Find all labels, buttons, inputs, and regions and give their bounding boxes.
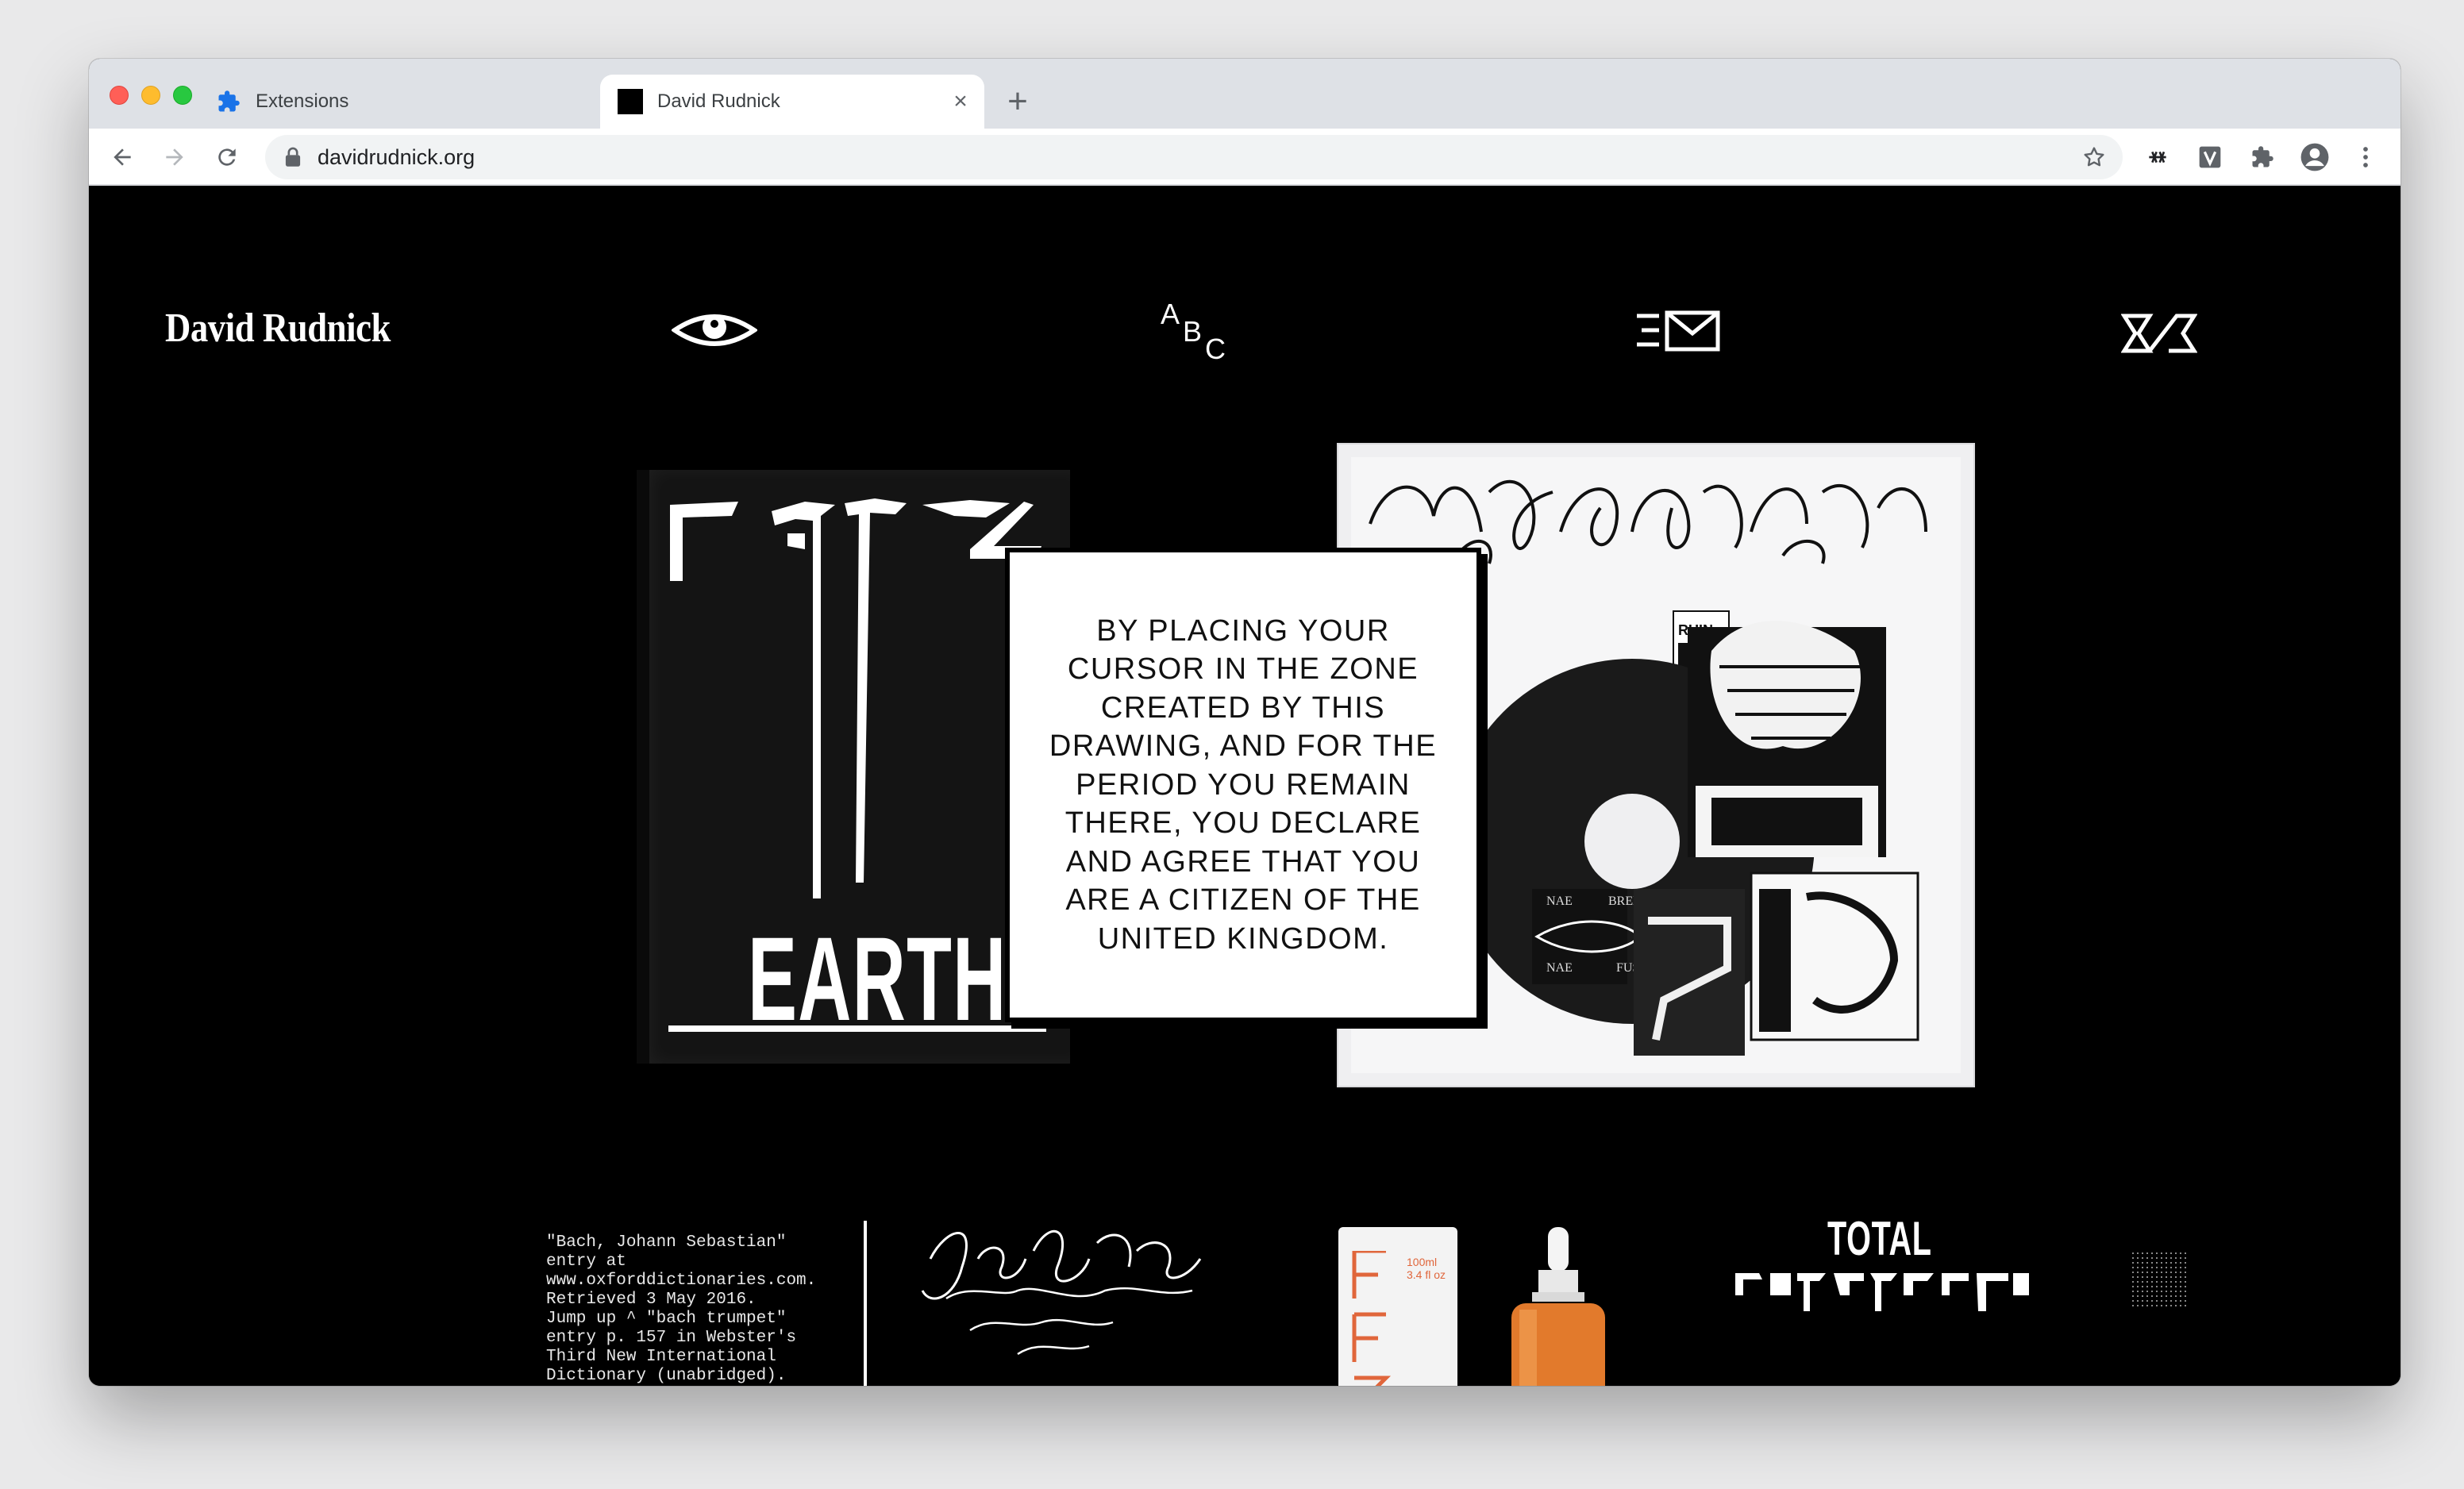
new-tab-button[interactable]: + [997, 81, 1038, 122]
browser-toolbar: davidrudnick.org [89, 129, 2400, 186]
profile-avatar-icon[interactable] [2296, 138, 2334, 176]
notice-text: BY PLACING YOUR CURSOR IN THE ZONE CREAT… [1049, 614, 1438, 956]
forward-button[interactable] [156, 138, 194, 176]
abc-letter-b: B [1183, 315, 1202, 348]
serum-bottle-image[interactable] [1499, 1227, 1618, 1386]
total-darkness-title: TOTAL [1827, 1212, 1932, 1265]
product-box-image[interactable]: 100ml 3.4 fl oz [1338, 1227, 1457, 1386]
dotted-grid-icon[interactable] [2131, 1251, 2188, 1312]
vinyl-nae-label-2: NAE [1546, 961, 1573, 975]
arrow-left-icon [114, 148, 131, 166]
abc-letter-a: A [1161, 298, 1180, 330]
puzzle-icon [216, 89, 241, 114]
tab-label: Extensions [256, 90, 349, 112]
citation-divider [864, 1221, 867, 1386]
citizenship-notice[interactable]: BY PLACING YOUR CURSOR IN THE ZONE CREAT… [1005, 548, 1481, 1022]
eye-icon[interactable] [672, 308, 757, 352]
ext-v-icon[interactable] [2191, 138, 2229, 176]
browser-window: Extensions × David Rudnick × + davidrudn… [89, 59, 2400, 1386]
bach-signature-image[interactable] [899, 1211, 1216, 1374]
bookmark-star-icon[interactable] [2081, 144, 2107, 170]
minimize-window-button[interactable] [141, 86, 160, 105]
close-tab-icon[interactable]: × [945, 86, 976, 117]
mail-icon[interactable] [1634, 308, 1721, 356]
zoom-window-button[interactable] [173, 86, 192, 105]
tab-strip: Extensions × David Rudnick × + [89, 59, 2400, 129]
tab-label: David Rudnick [657, 90, 780, 112]
url-text: davidrudnick.org [318, 144, 475, 169]
extensions-puzzle-icon[interactable] [2243, 138, 2281, 176]
vinyl-nae-label-1: NAE [1546, 895, 1573, 908]
bach-citation-text: "Bach, Johann Sebastian" entry at www.ox… [546, 1233, 817, 1385]
total-darkness-glyphs[interactable] [1731, 1264, 2032, 1328]
reload-icon [218, 148, 236, 166]
rudnick-logo-icon[interactable] [2121, 311, 2197, 356]
book-rule [668, 1025, 1046, 1032]
page-content: David Rudnick A B C EARTH NAE BREKS NAE … [89, 187, 2400, 1386]
site-title[interactable]: David Rudnick [165, 305, 391, 352]
abc-letter-c: C [1205, 333, 1226, 362]
product-box-logo [1352, 1251, 1392, 1386]
arrow-right-icon [166, 148, 183, 166]
reload-button[interactable] [208, 138, 246, 176]
address-bar[interactable]: davidrudnick.org [265, 135, 2123, 179]
black-square-favicon [618, 89, 643, 114]
abc-icon[interactable]: A B C [1156, 295, 1235, 362]
lock-icon [284, 147, 302, 167]
close-window-button[interactable] [110, 86, 129, 105]
ext-asterisk-icon[interactable] [2139, 138, 2177, 176]
product-volume-text: 100ml 3.4 fl oz [1407, 1256, 1446, 1281]
back-button[interactable] [103, 138, 141, 176]
menu-kebab-icon[interactable] [2347, 138, 2385, 176]
tab-david-rudnick[interactable]: David Rudnick × [600, 75, 984, 129]
